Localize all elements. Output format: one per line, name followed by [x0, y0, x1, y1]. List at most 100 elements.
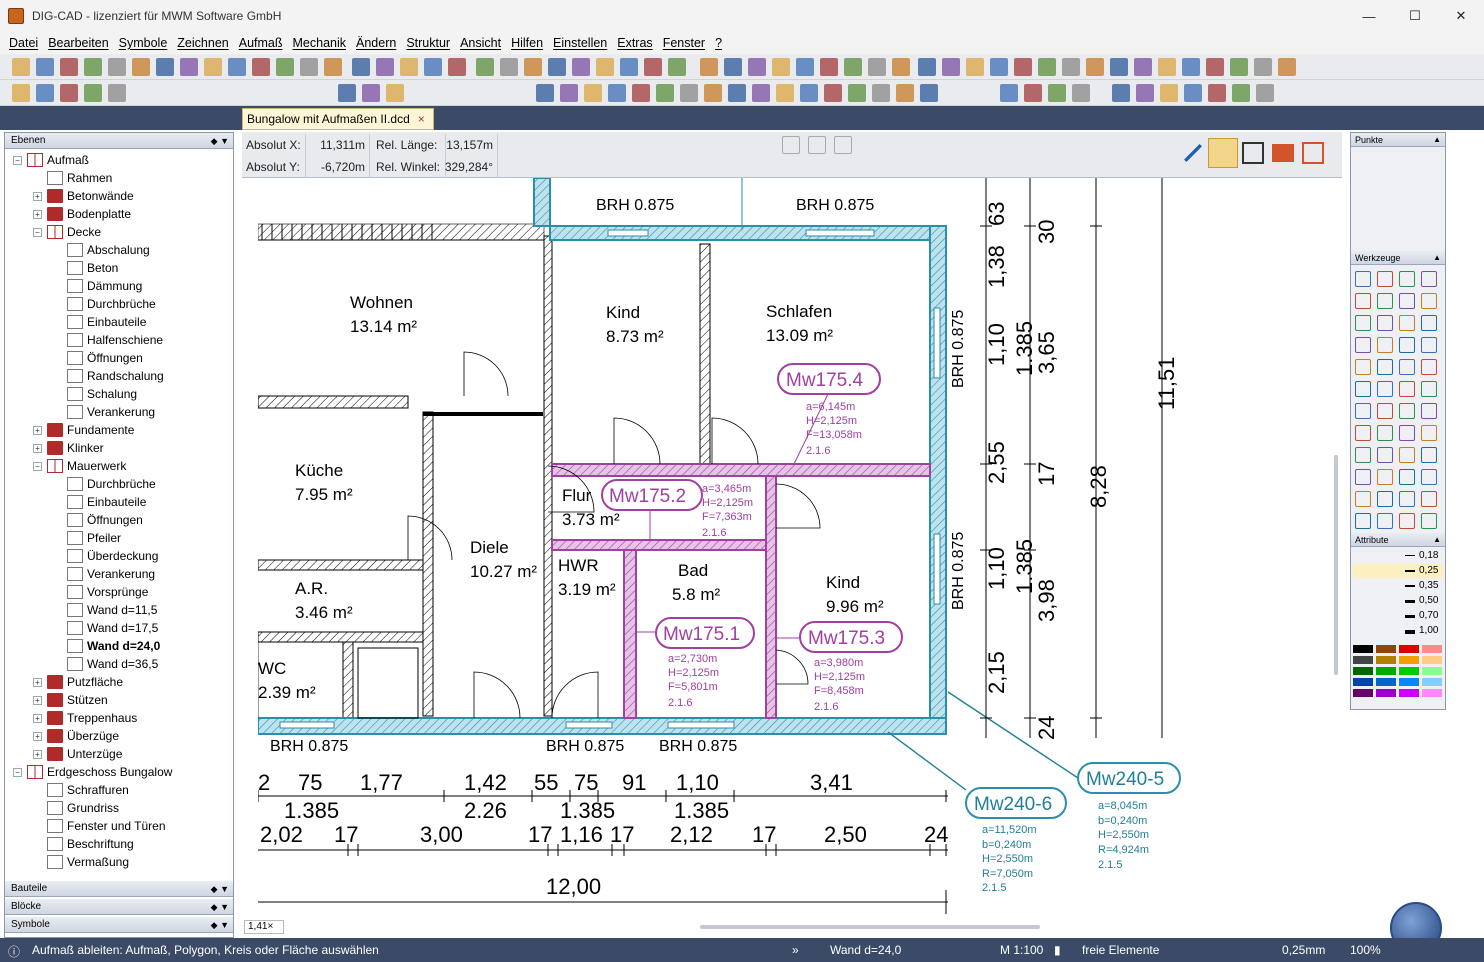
drawing-tool-icon[interactable]	[1377, 469, 1393, 485]
drawing-tool-icon[interactable]	[1355, 271, 1371, 287]
menu-aendern[interactable]: Ändern	[351, 36, 401, 50]
line-width-option[interactable]: 0,18	[1353, 549, 1443, 563]
toolbar-tool-icon[interactable]	[1086, 58, 1104, 76]
toolbar-tool-icon[interactable]	[868, 58, 886, 76]
tree-item[interactable]: Rahmen	[5, 169, 233, 187]
tree-item[interactable]: + Putzfläche	[5, 673, 233, 691]
collapse-icon[interactable]: −	[13, 768, 22, 777]
tree-item[interactable]: Vorsprünge	[5, 583, 233, 601]
line-width-option[interactable]: 0,35	[1353, 579, 1443, 593]
tree-item[interactable]: Durchbrüche	[5, 295, 233, 313]
menu-symbole[interactable]: Symbole	[114, 36, 173, 50]
toolbar-tool-icon[interactable]	[84, 84, 102, 102]
color-swatch[interactable]	[1399, 689, 1419, 697]
toolbar-tool-icon[interactable]	[376, 58, 394, 76]
toolbar-tool-icon[interactable]	[180, 58, 198, 76]
color-swatch[interactable]	[1376, 645, 1396, 653]
toolbar-tool-icon[interactable]	[132, 58, 150, 76]
menu-hilfen[interactable]: Hilfen	[506, 36, 548, 50]
toolbar-tool-icon[interactable]	[536, 84, 554, 102]
drawing-tool-icon[interactable]	[1399, 315, 1415, 331]
tree-item[interactable]: Wand d=17,5	[5, 619, 233, 637]
toolbar-tool-icon[interactable]	[524, 58, 542, 76]
toolbar-tool-icon[interactable]	[1184, 84, 1202, 102]
toolbar-tool-icon[interactable]	[1206, 58, 1224, 76]
toolbar-tool-icon[interactable]	[352, 58, 370, 76]
toolbar-tool-icon[interactable]	[338, 84, 356, 102]
menu-mechanik[interactable]: Mechanik	[288, 36, 352, 50]
status-group[interactable]: freie Elemente	[1082, 943, 1159, 957]
tree-item[interactable]: Überdeckung	[5, 547, 233, 565]
toolbar-tool-icon[interactable]	[84, 58, 102, 76]
toolbar-tool-icon[interactable]	[728, 84, 746, 102]
toolbar-tool-icon[interactable]	[796, 58, 814, 76]
tree-item[interactable]: + Klinker	[5, 439, 233, 457]
tree-item[interactable]: Durchbrüche	[5, 475, 233, 493]
tree-item[interactable]: Verankerung	[5, 403, 233, 421]
drawing-tool-icon[interactable]	[1355, 447, 1371, 463]
toolbar-tool-icon[interactable]	[848, 84, 866, 102]
toolbar-tool-icon[interactable]	[60, 58, 78, 76]
tree-item[interactable]: + Überzüge	[5, 727, 233, 745]
color-swatch[interactable]	[1422, 645, 1442, 653]
toolbar-tool-icon[interactable]	[1112, 84, 1130, 102]
toolbar-tool-icon[interactable]	[700, 58, 718, 76]
line-width-option[interactable]: 1,00	[1353, 624, 1443, 638]
toolbar-tool-icon[interactable]	[400, 58, 418, 76]
collapse-icon[interactable]: −	[33, 462, 42, 471]
toolbar-tool-icon[interactable]	[704, 84, 722, 102]
drawing-tool-icon[interactable]	[1377, 271, 1393, 287]
drawing-tool-icon[interactable]	[1421, 469, 1437, 485]
color-swatch[interactable]	[1399, 667, 1419, 675]
drawing-tool-icon[interactable]	[1421, 381, 1437, 397]
drawing-tool-icon[interactable]	[1421, 447, 1437, 463]
toolbar-tool-icon[interactable]	[204, 58, 222, 76]
drawing-tool-icon[interactable]	[1377, 381, 1393, 397]
tree-item[interactable]: Verankerung	[5, 565, 233, 583]
line-tool-icon[interactable]	[1184, 144, 1202, 162]
toolbar-tool-icon[interactable]	[820, 58, 838, 76]
toolbar-tool-icon[interactable]	[918, 58, 936, 76]
drawing-tool-icon[interactable]	[1399, 359, 1415, 375]
expand-icon[interactable]: +	[33, 444, 42, 453]
toolbar-tool-icon[interactable]	[448, 58, 466, 76]
toolbar-tool-icon[interactable]	[596, 58, 614, 76]
menu-bearbeiten[interactable]: Bearbeiten	[43, 36, 113, 50]
horizontal-scrollbar[interactable]	[700, 925, 1040, 929]
menu-einstellen[interactable]: Einstellen	[548, 36, 612, 50]
toolbar-tool-icon[interactable]	[1230, 58, 1248, 76]
expand-icon[interactable]: +	[33, 678, 42, 687]
toolbar-tool-icon[interactable]	[608, 84, 626, 102]
toolbar-tool-icon[interactable]	[36, 84, 54, 102]
expand-icon[interactable]: +	[33, 750, 42, 759]
status-layer[interactable]: Wand d=24,0	[830, 943, 901, 957]
drawing-tool-icon[interactable]	[1399, 271, 1415, 287]
hand-tool-icon[interactable]	[782, 136, 800, 154]
toolbar-tool-icon[interactable]	[12, 58, 30, 76]
tree-item[interactable]: − Decke	[5, 223, 233, 241]
room-tool-icon[interactable]	[1242, 142, 1264, 164]
drawing-tool-icon[interactable]	[1355, 337, 1371, 353]
bloecke-panel-header[interactable]: Blöcke ◆ ▼	[5, 899, 233, 915]
tree-item[interactable]: − Aufmaß	[5, 151, 233, 169]
menu-fenster[interactable]: Fenster	[658, 36, 710, 50]
bauteile-panel-header[interactable]: Bauteile ◆ ▼	[5, 881, 233, 897]
drawing-tool-icon[interactable]	[1377, 425, 1393, 441]
toolbar-tool-icon[interactable]	[1072, 84, 1090, 102]
drawing-tool-icon[interactable]	[1399, 491, 1415, 507]
color-swatch[interactable]	[1422, 678, 1442, 686]
toolbar-tool-icon[interactable]	[560, 84, 578, 102]
wall-tool-icon[interactable]	[1208, 138, 1238, 168]
drawing-tool-icon[interactable]	[1399, 381, 1415, 397]
color-swatch[interactable]	[1353, 645, 1373, 653]
toolbar-tool-icon[interactable]	[1232, 84, 1250, 102]
tree-item[interactable]: Schalung	[5, 385, 233, 403]
document-tab[interactable]: Bungalow mit Aufmaßen II.dcd ×	[242, 108, 434, 130]
color-swatch[interactable]	[1422, 656, 1442, 664]
drawing-tool-icon[interactable]	[1377, 293, 1393, 309]
toolbar-tool-icon[interactable]	[656, 84, 674, 102]
drawing-tool-icon[interactable]	[1377, 447, 1393, 463]
minimize-button[interactable]: —	[1346, 0, 1392, 32]
toolbar-tool-icon[interactable]	[1014, 58, 1032, 76]
drawing-tool-icon[interactable]	[1421, 513, 1437, 529]
